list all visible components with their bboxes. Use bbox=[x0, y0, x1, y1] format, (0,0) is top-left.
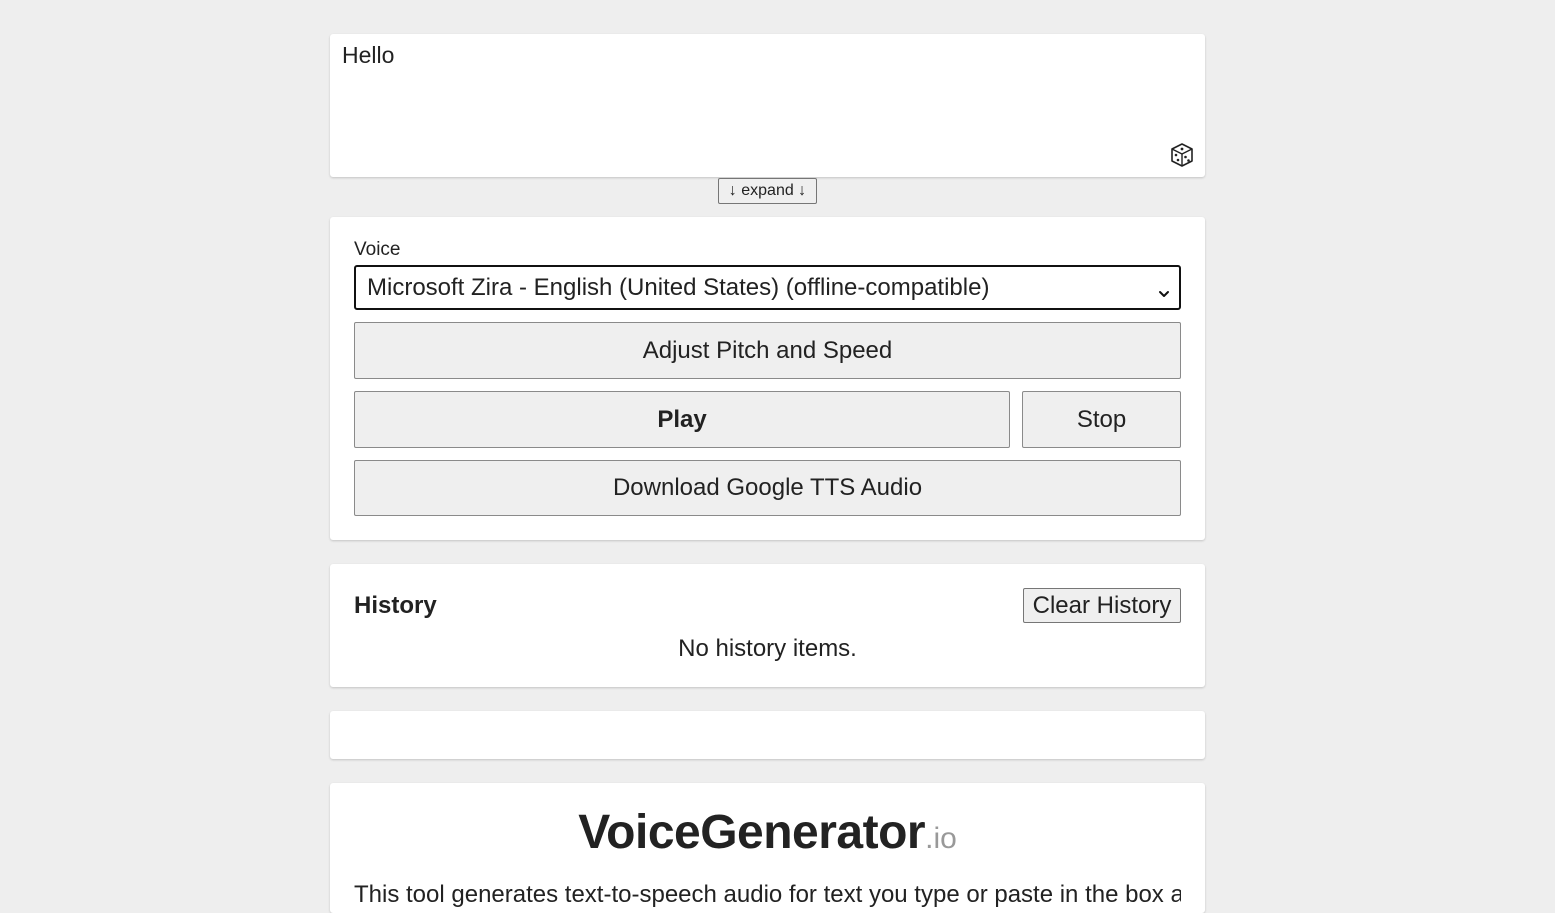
play-button[interactable]: Play bbox=[354, 391, 1010, 448]
voice-select-value: Microsoft Zira - English (United States)… bbox=[367, 273, 990, 301]
clear-history-button[interactable]: Clear History bbox=[1023, 588, 1181, 623]
stop-button[interactable]: Stop bbox=[1022, 391, 1181, 448]
brand-description: This tool generates text-to-speech audio… bbox=[354, 881, 1181, 908]
brand-title: VoiceGenerator.io bbox=[330, 805, 1205, 860]
download-audio-button[interactable]: Download Google TTS Audio bbox=[354, 460, 1181, 516]
adjust-pitch-speed-button[interactable]: Adjust Pitch and Speed bbox=[354, 322, 1181, 379]
brand-card: VoiceGenerator.io This tool generates te… bbox=[330, 783, 1205, 913]
history-title: History bbox=[354, 592, 437, 619]
dice-icon[interactable] bbox=[1169, 142, 1195, 168]
history-empty-message: No history items. bbox=[678, 635, 857, 662]
brand-tld: .io bbox=[925, 822, 957, 855]
voice-label: Voice bbox=[354, 239, 401, 260]
text-input[interactable]: Hello bbox=[342, 42, 1162, 162]
expand-button[interactable]: ↓ expand ↓ bbox=[718, 178, 817, 204]
text-input-card: Hello bbox=[330, 34, 1205, 177]
voice-select[interactable]: Microsoft Zira - English (United States)… bbox=[354, 265, 1181, 310]
chevron-down-icon bbox=[1157, 280, 1171, 297]
brand-name: VoiceGenerator bbox=[578, 806, 926, 859]
blank-panel bbox=[330, 711, 1205, 759]
history-card: History Clear History No history items. bbox=[330, 564, 1205, 687]
voice-controls-card: Voice Microsoft Zira - English (United S… bbox=[330, 217, 1205, 540]
